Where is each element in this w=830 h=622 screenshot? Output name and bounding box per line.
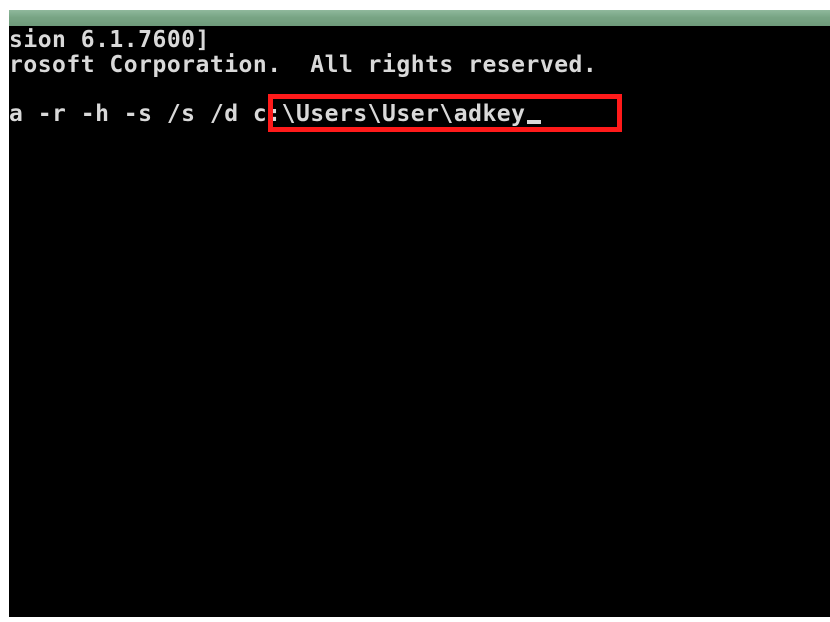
command-prompt-console[interactable]: sion 6.1.7600] rosoft Corporation. All r… — [9, 26, 830, 617]
command-flags: a -r -h -s /s /d — [9, 101, 253, 127]
window-title-bar[interactable] — [9, 10, 830, 26]
highlight-box — [268, 94, 622, 132]
screenshot-frame: sion 6.1.7600] rosoft Corporation. All r… — [0, 0, 830, 622]
console-line-copyright: rosoft Corporation. All rights reserved. — [9, 52, 598, 78]
console-line-version: sion 6.1.7600] — [9, 27, 210, 53]
